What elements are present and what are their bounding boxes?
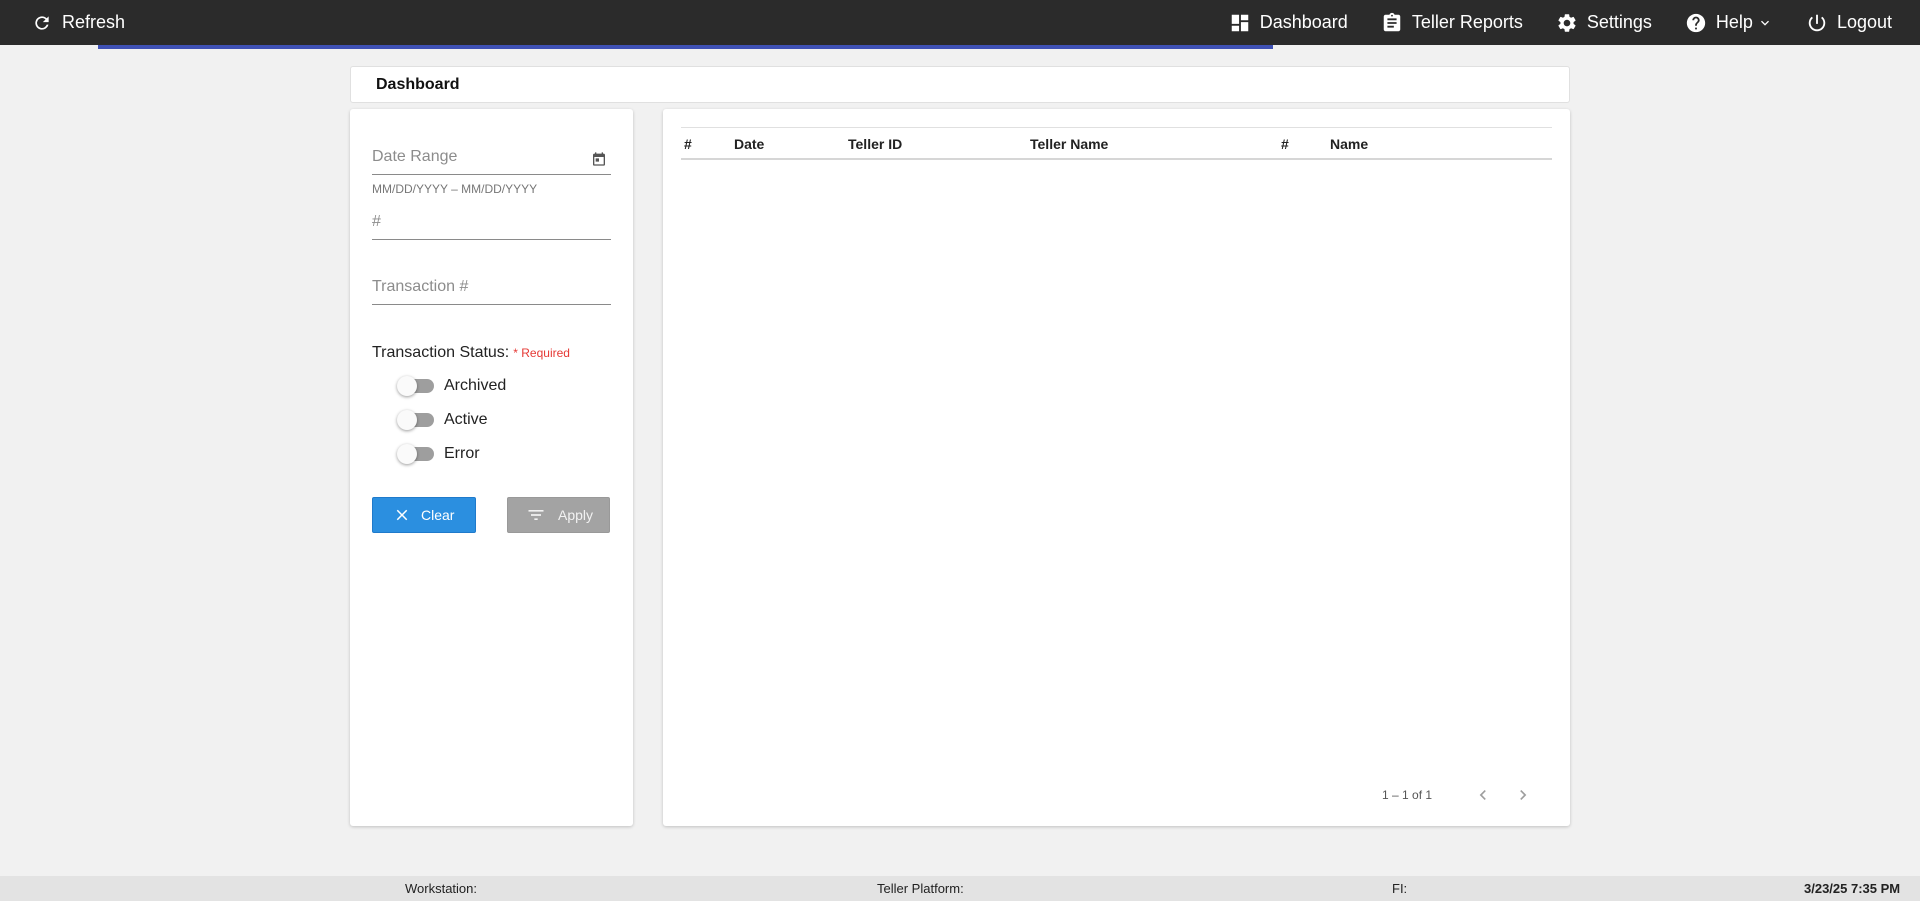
filter-icon (528, 510, 544, 520)
toggle-switch[interactable] (397, 410, 434, 430)
column-header-number-2[interactable]: # (1281, 136, 1289, 152)
power-icon (1808, 14, 1826, 31)
transaction-status-text: Transaction Status: (372, 344, 510, 361)
refresh-icon (35, 15, 49, 30)
clipboard-icon (1383, 12, 1401, 31)
column-header-date[interactable]: Date (734, 136, 764, 152)
refresh-label: Refresh (62, 12, 126, 32)
nav-teller-reports[interactable]: Teller Reports (1381, 12, 1523, 34)
nav-help[interactable]: Help (1685, 12, 1773, 34)
chevron-down-icon (1760, 20, 1769, 26)
toggle-archived-label: Archived (444, 377, 507, 394)
refresh-button[interactable]: Refresh (32, 0, 125, 45)
dashboard-icon (1231, 14, 1248, 31)
date-range-placeholder: Date Range (372, 148, 458, 165)
nav-teller-reports-label: Teller Reports (1411, 12, 1523, 32)
required-indicator: * Required (513, 346, 570, 360)
toggle-thumb (397, 444, 417, 464)
fi-label: FI: (1392, 881, 1408, 896)
table-header: # Date Teller ID Teller Name # Name (681, 127, 1552, 160)
date-range-field[interactable]: Date Range (372, 143, 611, 175)
transaction-number-placeholder: Transaction # (372, 278, 469, 295)
column-header-name[interactable]: Name (1330, 136, 1368, 152)
pagination-range: 1 – 1 of 1 (1382, 788, 1433, 802)
nav-settings-label: Settings (1586, 12, 1652, 32)
help-icon (1686, 13, 1706, 32)
toggle-error[interactable]: Error (397, 442, 480, 466)
status-footer: Workstation: Teller Platform: FI: 3/23/2… (0, 876, 1920, 901)
column-header-number[interactable]: # (684, 136, 692, 152)
toggle-active-label: Active (444, 411, 488, 428)
workstation-label: Workstation: (405, 881, 478, 896)
column-header-teller-name[interactable]: Teller Name (1030, 136, 1108, 152)
top-bar: Refresh Dashboard Teller Reports Setting… (0, 0, 1920, 45)
gear-icon (1558, 13, 1576, 32)
transaction-status-label: Transaction Status: * Required (372, 344, 570, 362)
top-nav: Dashboard Teller Reports Settings Help L… (1196, 0, 1892, 45)
number-placeholder: # (372, 213, 381, 230)
toggle-archived[interactable]: Archived (397, 374, 507, 398)
loading-progress-bar (98, 45, 1273, 49)
teller-platform-label: Teller Platform: (877, 881, 964, 896)
nav-dashboard-label: Dashboard (1259, 12, 1348, 32)
page-title-card: Dashboard (350, 66, 1570, 103)
results-table-panel: # Date Teller ID Teller Name # Name 1 – … (663, 109, 1570, 826)
nav-logout-label: Logout (1836, 12, 1892, 32)
nav-settings[interactable]: Settings (1556, 12, 1652, 34)
toggle-switch[interactable] (397, 376, 434, 396)
number-field[interactable]: # (372, 208, 611, 240)
page-title: Dashboard (376, 76, 460, 93)
toggle-switch[interactable] (397, 444, 434, 464)
date-format-hint: MM/DD/YYYY – MM/DD/YYYY (372, 182, 538, 196)
apply-button[interactable]: Apply (507, 497, 610, 533)
previous-page-icon[interactable] (1473, 785, 1493, 805)
nav-dashboard[interactable]: Dashboard (1229, 12, 1348, 34)
toggle-active[interactable]: Active (397, 408, 488, 432)
clear-button[interactable]: Clear (372, 497, 476, 533)
clear-button-label: Clear (421, 507, 455, 523)
close-icon (396, 509, 408, 521)
calendar-icon[interactable] (591, 151, 607, 167)
transaction-number-field[interactable]: Transaction # (372, 273, 611, 305)
toggle-thumb (397, 410, 417, 430)
datetime-display: 3/23/25 7:35 PM (1804, 881, 1901, 896)
apply-button-label: Apply (558, 507, 594, 523)
nav-help-label: Help (1715, 12, 1753, 32)
next-page-icon[interactable] (1513, 785, 1533, 805)
toggle-thumb (397, 376, 417, 396)
filter-panel: Date Range MM/DD/YYYY – MM/DD/YYYY # Tra… (350, 109, 633, 826)
nav-logout[interactable]: Logout (1806, 12, 1892, 34)
toggle-error-label: Error (444, 445, 480, 462)
column-header-teller-id[interactable]: Teller ID (848, 136, 902, 152)
